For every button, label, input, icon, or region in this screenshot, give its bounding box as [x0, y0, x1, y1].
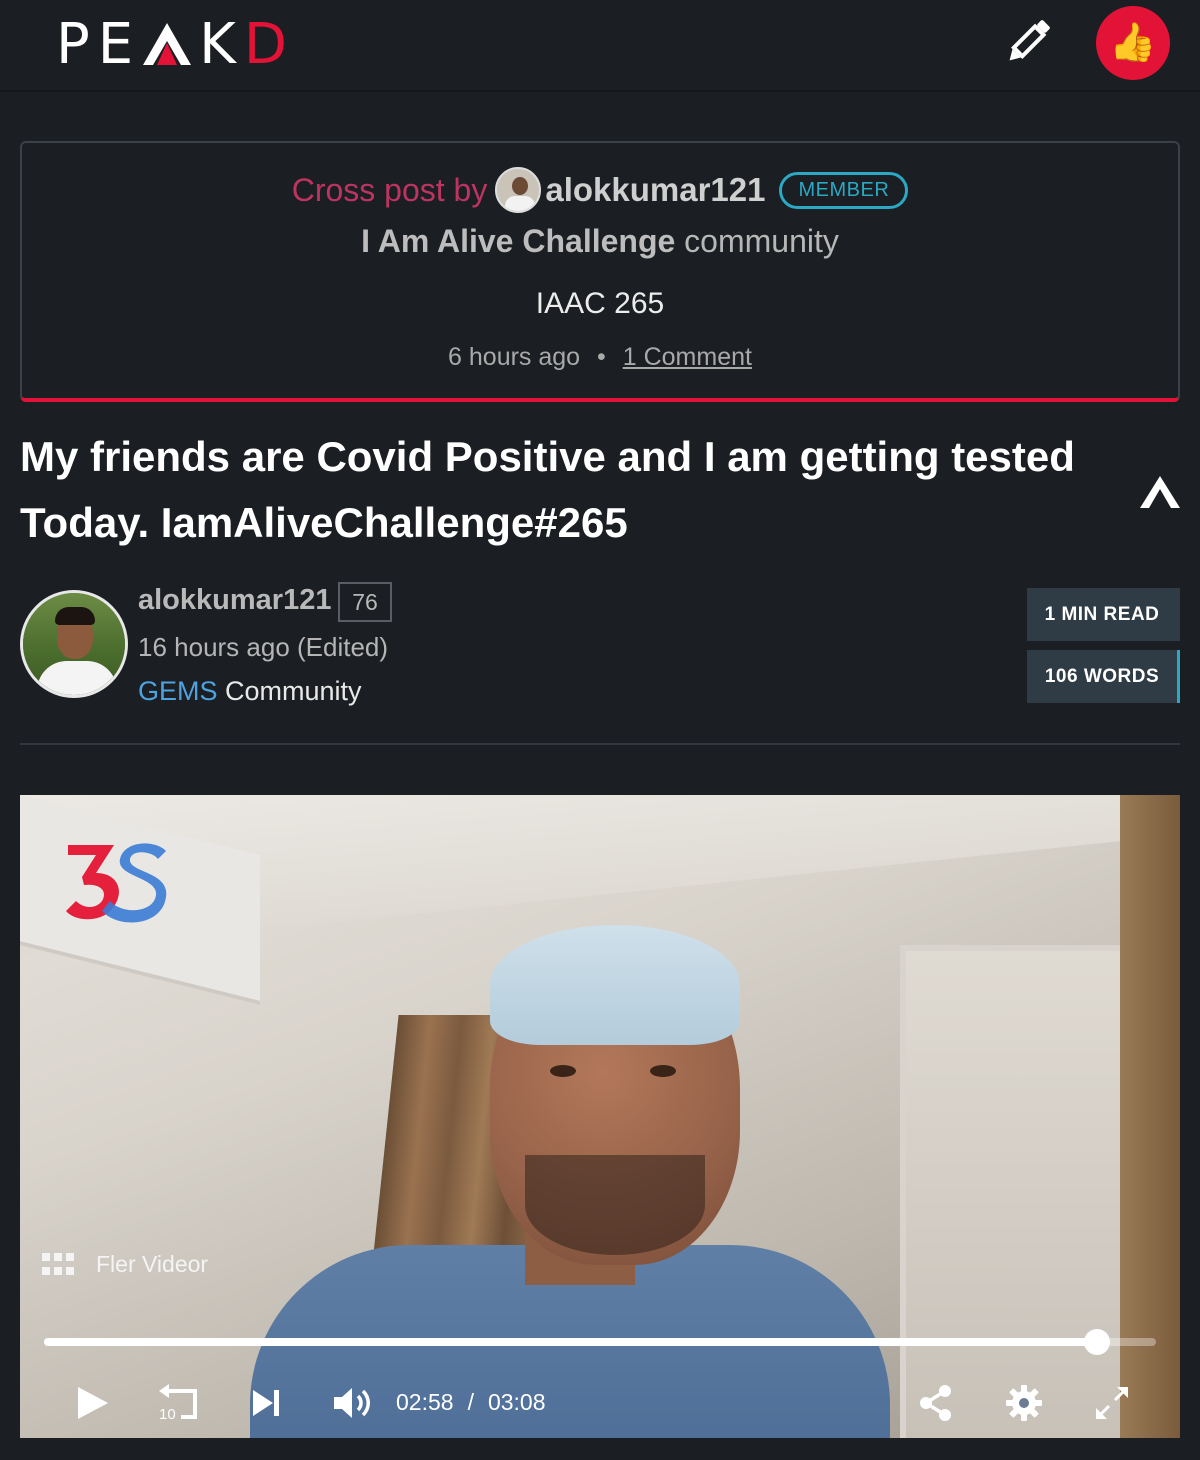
duration: 03:08 — [487, 1389, 546, 1415]
brand-3s-icon — [66, 843, 167, 923]
post-time: 16 hours ago (Edited) — [138, 632, 389, 662]
cross-post-author-link[interactable]: alokkumar121 — [545, 171, 765, 209]
community-suffix: Community — [225, 676, 362, 706]
rewind-10-icon[interactable]: 10 — [152, 1375, 202, 1431]
cross-post-meta: 6 hours ago • 1 Comment — [22, 343, 1178, 372]
logo-a-mark — [143, 23, 192, 65]
author-name-link[interactable]: alokkumar121 — [138, 584, 331, 617]
cross-post-community[interactable]: I Am Alive Challenge community — [22, 223, 1178, 260]
meta-separator: • — [597, 343, 606, 371]
member-badge: MEMBER — [779, 171, 909, 209]
video-controls: 10 02:58 / 03:08 — [20, 1375, 1180, 1431]
cross-post-label: Cross post by — [291, 171, 488, 208]
volume-icon[interactable] — [330, 1375, 376, 1431]
pencil-icon[interactable] — [998, 12, 1058, 72]
avatar[interactable] — [20, 590, 128, 698]
vote-button[interactable]: 👍 — [1096, 6, 1170, 80]
community-suffix: community — [684, 223, 839, 259]
logo-text-k: K — [199, 11, 244, 77]
video-brand-logo — [62, 835, 172, 950]
thumbs-up-icon: 👍 — [1109, 22, 1157, 64]
word-count-badge: 106 WORDS — [1027, 650, 1180, 703]
rewind-label: 10 — [159, 1406, 176, 1423]
video-time: 02:58 / 03:08 — [396, 1389, 546, 1416]
avatar[interactable] — [495, 167, 542, 213]
comments-link[interactable]: 1 Comment — [623, 343, 752, 371]
cross-post-line: Cross post by alokkumar121 MEMBER — [22, 167, 1178, 213]
top-bar: PE K D 👍 — [0, 0, 1200, 92]
post-title: My friends are Covid Positive and I am g… — [20, 433, 1075, 546]
read-time-badge: 1 MIN READ — [1027, 588, 1180, 641]
divider — [20, 743, 1180, 745]
cross-post-title[interactable]: IAAC 265 — [22, 287, 1178, 321]
grid-icon — [42, 1252, 76, 1277]
community-name[interactable]: I Am Alive Challenge — [361, 223, 675, 259]
video-provider-label: Fler Videor — [96, 1251, 209, 1277]
cross-post-time: 6 hours ago — [448, 343, 581, 371]
cross-post-box: Cross post by alokkumar121 MEMBER I Am A… — [20, 141, 1180, 402]
community-highlight[interactable]: GEMS — [138, 676, 218, 706]
video-progress-bar[interactable] — [44, 1329, 1156, 1355]
post-community[interactable]: GEMS Community — [138, 676, 362, 707]
video-frame-door — [900, 945, 1150, 1438]
settings-icon[interactable] — [1002, 1375, 1046, 1431]
logo-text-d: D — [243, 11, 296, 77]
logo-text-prefix: PE — [56, 11, 142, 77]
peakd-logo[interactable]: PE K D — [56, 11, 296, 77]
skip-next-icon[interactable] — [246, 1375, 286, 1431]
video-progress-handle[interactable] — [1084, 1329, 1111, 1355]
fullscreen-icon[interactable] — [1090, 1375, 1134, 1431]
video-provider[interactable]: Fler Videor — [42, 1251, 208, 1278]
play-icon[interactable] — [68, 1375, 116, 1431]
video-progress-fill — [44, 1338, 1098, 1346]
share-icon[interactable] — [914, 1375, 958, 1431]
peakd-mark-icon[interactable] — [1138, 474, 1182, 510]
time-separator: / — [467, 1389, 474, 1415]
current-time: 02:58 — [396, 1389, 454, 1415]
reputation-badge: 76 — [338, 582, 392, 622]
video-player[interactable]: Fler Videor 10 02:58 / 03:08 — [20, 795, 1180, 1438]
